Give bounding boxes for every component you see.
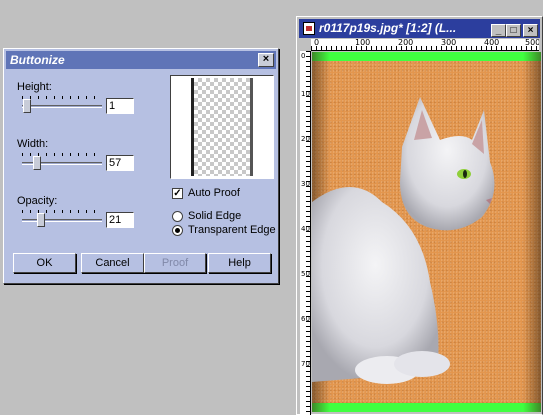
ruler-label: 200 [398,39,414,47]
proof-button[interactable]: Proof [144,253,206,273]
preview-transparency-checker [191,78,253,176]
ruler-label: 600 [301,315,310,323]
height-slider-ticks [22,96,102,99]
solid-edge-label: Solid Edge [188,210,242,222]
transparent-edge-radio[interactable]: Transparent Edge [172,223,276,237]
ruler-label: 300 [301,180,310,188]
height-label: Height: [17,81,52,93]
ruler-label: 700 [301,360,310,368]
ruler-label: 0 [314,39,320,47]
dialog-title: Buttonize [10,53,65,67]
auto-proof-label: Auto Proof [188,187,240,199]
ruler-ticks [311,46,539,50]
window-close-button[interactable]: × [523,24,538,37]
document-icon [303,22,315,35]
opacity-input[interactable]: 21 [106,212,134,228]
image-canvas[interactable] [312,52,541,412]
checkbox-check-icon: ✓ [172,187,183,199]
image-window-title-bar[interactable]: r0117p19s.jpg* [1:2] (L... _ □ × [299,19,540,38]
dialog-title-bar[interactable]: Buttonize × [6,51,276,69]
restore-icon: □ [510,25,517,36]
ruler-label: 500 [525,39,539,47]
ruler-label: 300 [441,39,457,47]
dialog-close-button[interactable]: × [258,53,274,67]
opacity-slider-track [22,219,102,222]
cancel-button[interactable]: Cancel [81,253,144,273]
help-button[interactable]: Help [208,253,271,273]
minimize-icon: _ [495,25,502,36]
horizontal-ruler: 0 100 200 300 400 500 [311,39,539,51]
solid-edge-radio[interactable]: Solid Edge [172,209,241,223]
image-window: r0117p19s.jpg* [1:2] (L... _ □ × 0 100 2… [296,16,543,415]
ruler-label: 400 [301,225,310,233]
height-input[interactable]: 1 [106,98,134,114]
height-slider-track [22,105,102,108]
ruler-label: 200 [301,135,310,143]
height-slider-thumb[interactable] [23,99,31,113]
opacity-slider-thumb[interactable] [37,213,45,227]
opacity-label: Opacity: [17,195,58,207]
height-slider[interactable] [22,96,106,116]
buttonize-dialog: Buttonize × Height: 1 Width: 57 Opacity:… [3,48,279,284]
width-input[interactable]: 57 [106,155,134,171]
width-slider-thumb[interactable] [33,156,41,170]
radio-dot-icon [172,210,183,222]
ruler-label: 100 [355,39,371,47]
ruler-label: 100 [301,90,310,98]
close-icon: × [262,53,270,65]
auto-proof-checkbox[interactable]: ✓ Auto Proof [172,186,240,200]
ruler-label: 400 [484,39,500,47]
vertical-ruler: 0 100 200 300 400 500 600 700 [300,51,311,415]
ok-button[interactable]: OK [13,253,76,273]
preview-pane [170,75,274,179]
cat-image [312,97,495,384]
close-icon: × [527,25,534,36]
width-slider[interactable] [22,153,106,173]
opacity-slider-ticks [22,210,102,213]
transparent-edge-label: Transparent Edge [188,224,276,236]
ruler-label: 500 [301,270,310,278]
minimize-button[interactable]: _ [491,24,506,37]
restore-button[interactable]: □ [506,24,521,37]
opacity-slider[interactable] [22,210,106,230]
width-label: Width: [17,138,49,150]
image-window-title: r0117p19s.jpg* [1:2] (L... [319,21,457,35]
ruler-label: 0 [301,52,306,60]
radio-dot-icon [172,224,183,236]
